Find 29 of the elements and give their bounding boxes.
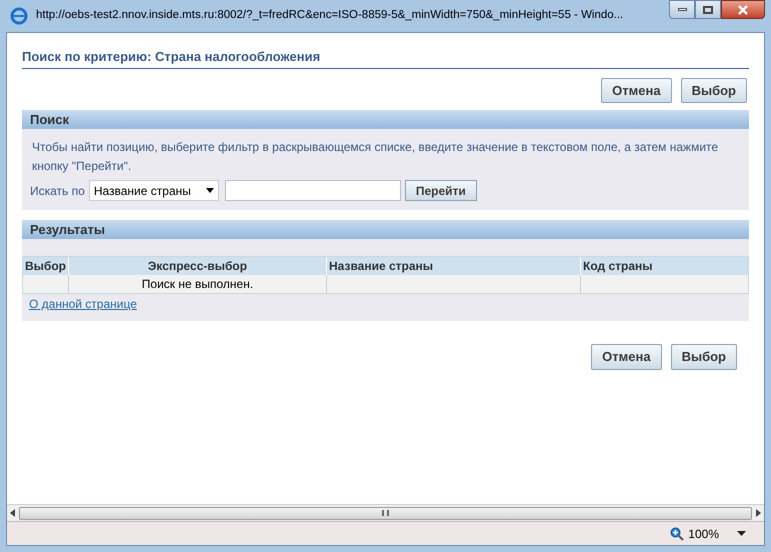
dialog-button[interactable]: Отмена	[591, 344, 662, 370]
zoom-level[interactable]: 100%	[688, 524, 719, 542]
table-cell: Поиск не выполнен.	[69, 275, 327, 293]
page-title: Поиск по критерию: Страна налогообложения	[22, 47, 749, 68]
maximize-button[interactable]	[695, 0, 721, 19]
column-header: Код страны	[582, 258, 654, 275]
section-header: Поиск	[22, 110, 749, 129]
search-instructions: Чтобы найти позицию, выберите фильтр в раскрывающемся списке, введите значение в текстовом поле, а затем нажмите кнопку "Перейти".	[31, 139, 720, 175]
dialog-button[interactable]: Выбор	[680, 78, 747, 103]
close-button[interactable]	[721, 0, 765, 19]
dropdown-arrow-icon	[206, 188, 214, 193]
zoom-icon	[670, 526, 684, 540]
window-title: http://oebs-test2.nnov.inside.mts.ru:8002/?_t=fredRC&enc=ISO-8859-5&_minWidth=750&_minHeight=55 - Windo...	[36, 8, 624, 24]
dialog-button[interactable]: Отмена	[601, 78, 672, 103]
scrollbar-thumb[interactable]	[19, 506, 752, 520]
section-header: Результаты	[22, 220, 749, 239]
filter-dropdown[interactable]: Название страны	[88, 180, 219, 201]
dropdown-arrow-icon[interactable]	[737, 531, 746, 536]
dialog-button[interactable]: Выбор	[670, 344, 737, 370]
close-icon	[738, 4, 748, 14]
scroll-right-icon	[754, 509, 762, 517]
go-button[interactable]: Перейти	[404, 180, 477, 201]
search-field[interactable]	[224, 180, 401, 201]
browser-logo-icon	[10, 7, 28, 25]
scroll-left-icon	[9, 509, 17, 517]
about-page-link[interactable]: О данной странице	[29, 295, 137, 313]
search-by-label: Искать по	[30, 182, 85, 200]
horizontal-scrollbar[interactable]	[7, 504, 764, 521]
minimize-button[interactable]	[669, 0, 695, 19]
